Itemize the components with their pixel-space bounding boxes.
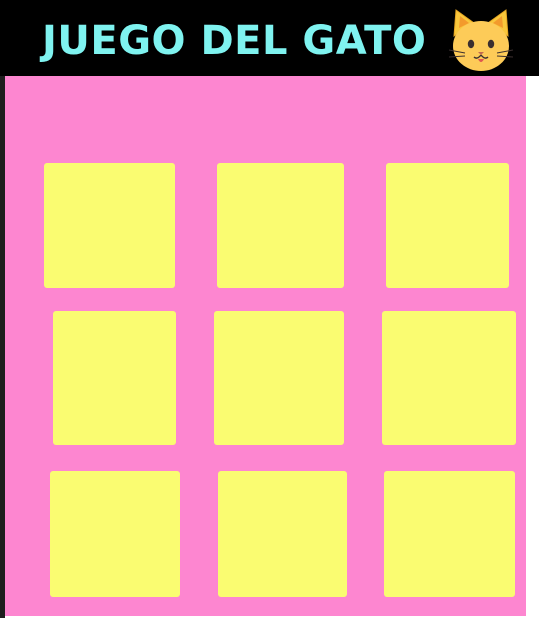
board-cell[interactable] (382, 311, 516, 445)
board-cell[interactable] (218, 471, 347, 597)
board-cell[interactable] (386, 163, 509, 288)
game-title: JUEGO DEL GATO (42, 18, 427, 64)
board-cell[interactable] (44, 163, 175, 288)
window-margin (526, 76, 539, 618)
board-cell[interactable] (217, 163, 344, 288)
board-cell[interactable] (53, 311, 176, 445)
board-cell[interactable] (384, 471, 515, 597)
title-bar: JUEGO DEL GATO (0, 0, 539, 76)
board-cell[interactable] (50, 471, 180, 597)
cat-face-icon (448, 9, 514, 71)
board-cell[interactable] (214, 311, 344, 445)
